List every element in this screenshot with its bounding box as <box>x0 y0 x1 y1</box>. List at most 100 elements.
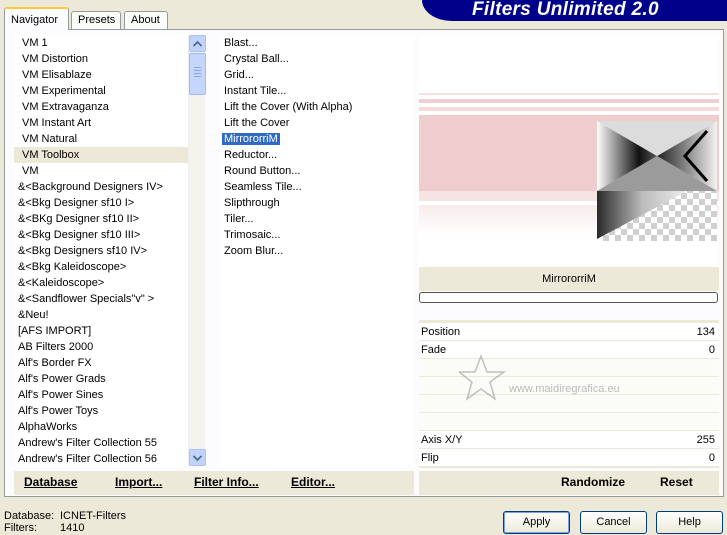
category-item-label: Alf's Border FX <box>18 357 92 369</box>
database-value: ICNET-Filters <box>60 510 126 522</box>
filter-item-label: Crystal Ball... <box>224 53 289 65</box>
category-item[interactable]: [AFS IMPORT] <box>14 323 188 339</box>
filter-item-label: Grid... <box>224 69 254 81</box>
filter-item-label: Seamless Tile... <box>224 181 302 193</box>
cancel-button[interactable]: Cancel <box>580 511 647 534</box>
apply-button[interactable]: Apply <box>503 511 570 534</box>
category-item[interactable]: &<Kaleidoscope> <box>14 275 188 291</box>
filter-item[interactable]: Round Button... <box>220 163 415 179</box>
category-item[interactable]: AlphaWorks <box>14 419 188 435</box>
category-item[interactable]: VM Instant Art <box>14 115 188 131</box>
filter-item[interactable]: Blast... <box>220 35 415 51</box>
category-item-label: Andrew's Filter Collection 56 <box>18 453 158 465</box>
randomize-button[interactable]: Randomize <box>561 475 625 489</box>
category-item[interactable]: VM Extravaganza <box>14 99 188 115</box>
category-item[interactable]: &<Bkg Designer sf10 I> <box>14 195 188 211</box>
filter-item[interactable]: Zoom Blur... <box>220 243 415 259</box>
filter-item[interactable]: Grid... <box>220 67 415 83</box>
scroll-up-button[interactable] <box>189 35 206 52</box>
category-item[interactable]: VM Toolbox <box>14 147 188 163</box>
category-item[interactable]: Alf's Power Grads <box>14 371 188 387</box>
tab-navigator[interactable]: Navigator <box>4 7 69 30</box>
filter-item-label: MirrororriM <box>221 132 281 146</box>
control-label: Axis X/Y <box>421 434 463 446</box>
category-item-label: &<Bkg Designers sf10 IV> <box>18 245 148 257</box>
category-item-label: &<Bkg Kaleidoscope> <box>18 261 127 273</box>
filter-item-label: Tiler... <box>224 213 254 225</box>
category-item-label: [AFS IMPORT] <box>18 325 92 337</box>
category-item[interactable]: VM <box>14 163 188 179</box>
filter-item-label: Blast... <box>224 37 258 49</box>
category-item[interactable]: AB Filters 2000 <box>14 339 188 355</box>
tab-presets[interactable]: Presets <box>71 11 121 29</box>
filter-item[interactable]: Instant Tile... <box>220 83 415 99</box>
filter-item[interactable]: Trimosaic... <box>220 227 415 243</box>
filter-item[interactable]: MirrororriM <box>220 131 415 147</box>
category-item-label: VM 1 <box>22 37 48 49</box>
category-item[interactable]: Andrew's Filter Collection 56 <box>14 451 188 466</box>
category-item[interactable]: VM Natural <box>14 131 188 147</box>
category-item[interactable]: &Neu! <box>14 307 188 323</box>
filter-item-label: Slipthrough <box>224 197 280 209</box>
category-item-label: &Neu! <box>18 309 49 321</box>
category-item-label: &<BKg Designer sf10 II> <box>18 213 140 225</box>
filter-item[interactable]: Lift the Cover <box>220 115 415 131</box>
category-item[interactable]: VM Distortion <box>14 51 188 67</box>
database-button[interactable]: Database <box>24 475 77 489</box>
category-item[interactable]: VM 1 <box>14 35 188 51</box>
scroll-thumb[interactable] <box>189 53 206 95</box>
preview-area <box>419 35 719 267</box>
filter-item[interactable]: Reductor... <box>220 147 415 163</box>
import-button[interactable]: Import... <box>115 475 162 489</box>
category-item[interactable]: &<Background Designers IV> <box>14 179 188 195</box>
control-label: Flip <box>421 452 439 464</box>
reset-button[interactable]: Reset <box>660 475 693 489</box>
selected-filter-name: MirrororriM <box>419 267 719 291</box>
category-item[interactable]: &<Bkg Designer sf10 III> <box>14 227 188 243</box>
filter-item-label: Trimosaic... <box>224 229 281 241</box>
navigator-button-strip: Database Import... Filter Info... Editor… <box>14 471 414 495</box>
category-item[interactable]: &<Bkg Designers sf10 IV> <box>14 243 188 259</box>
control-label: Fade <box>421 344 447 356</box>
category-item[interactable]: &<BKg Designer sf10 II> <box>14 211 188 227</box>
category-item[interactable]: &<Sandflower Specials"v" > <box>14 291 188 307</box>
help-button[interactable]: Help <box>656 511 723 534</box>
filter-info-button[interactable]: Filter Info... <box>194 475 259 489</box>
empty-control <box>419 413 719 431</box>
category-item[interactable]: Andrew's Filter Collection 55 <box>14 435 188 451</box>
filter-item[interactable]: Tiler... <box>220 211 415 227</box>
category-item-label: &<Kaleidoscope> <box>18 277 105 289</box>
category-item[interactable]: VM Elisablaze <box>14 67 188 83</box>
category-item-label: Andrew's Filter Collection 55 <box>18 437 158 449</box>
category-item[interactable]: Alf's Border FX <box>14 355 188 371</box>
category-item[interactable]: VM Experimental <box>14 83 188 99</box>
category-item[interactable]: Alf's Power Toys <box>14 403 188 419</box>
category-item-label: &<Sandflower Specials"v" > <box>18 293 155 305</box>
filter-item-label: Zoom Blur... <box>224 245 284 257</box>
control-value: 134 <box>696 326 715 338</box>
control-value: 0 <box>708 452 715 464</box>
filter-item-label: Lift the Cover (With Alpha) <box>224 101 353 113</box>
tab-about[interactable]: About <box>124 11 168 29</box>
position-control[interactable]: Position 134 <box>419 323 719 341</box>
scroll-down-button[interactable] <box>189 449 206 466</box>
category-item-label: VM Toolbox <box>22 149 80 161</box>
editor-button[interactable]: Editor... <box>291 475 335 489</box>
filter-item[interactable]: Lift the Cover (With Alpha) <box>220 99 415 115</box>
filter-item-label: Round Button... <box>224 165 301 177</box>
category-list[interactable]: VM 1 VM Distortion VM Elisablaze VM Experim… <box>14 35 188 466</box>
filter-item[interactable]: Seamless Tile... <box>220 179 415 195</box>
axis-xy-control[interactable]: Axis X/Y 255 <box>419 431 719 449</box>
filter-item[interactable]: Slipthrough <box>220 195 415 211</box>
category-item-label: &<Background Designers IV> <box>18 181 163 193</box>
flip-control[interactable]: Flip 0 <box>419 449 719 467</box>
filter-item[interactable]: Crystal Ball... <box>220 51 415 67</box>
category-item[interactable]: Alf's Power Sines <box>14 387 188 403</box>
category-scrollbar[interactable] <box>188 35 206 466</box>
filter-list[interactable]: Blast... Crystal Ball... Grid... Instant Ti… <box>220 35 415 466</box>
control-value: 0 <box>708 344 715 356</box>
category-item[interactable]: &<Bkg Kaleidoscope> <box>14 259 188 275</box>
category-item-label: VM Elisablaze <box>22 69 92 81</box>
filter-item-label: Reductor... <box>224 149 278 161</box>
database-info: Database: ICNET-Filters Filters: 1410 <box>4 510 126 534</box>
